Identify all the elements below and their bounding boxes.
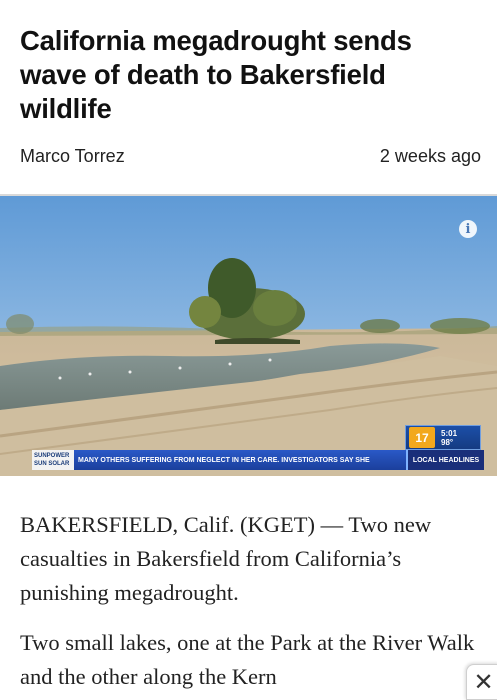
ticker-sponsor-line2: SUN SOLAR: [34, 461, 70, 467]
ticker-tag: LOCAL HEADLINES: [406, 450, 484, 470]
article-paragraph: BAKERSFIELD, Calif. (KGET) — Two new cas…: [20, 512, 432, 605]
ticker-sponsor-line1: SUNPOWER: [34, 453, 70, 459]
article-headline: California megadrought sends wave of dea…: [20, 25, 412, 124]
article-header: California megadrought sends wave of dea…: [0, 0, 497, 196]
ticker-text: MANY OTHERS SUFFERING FROM NEGLECT IN HE…: [74, 450, 406, 470]
info-icon[interactable]: i: [459, 220, 477, 238]
video-player[interactable]: i 17 5:01 98° SUNPOWER SUN SOLAR MANY OT…: [0, 196, 497, 476]
news-ticker: SUNPOWER SUN SOLAR MANY OTHERS SUFFERING…: [32, 450, 484, 470]
station-bug: 17 5:01 98°: [405, 425, 481, 450]
close-ad-button[interactable]: ✕: [466, 664, 497, 700]
publish-time: 2 weeks ago: [379, 146, 481, 166]
article-body: BAKERSFIELD, Calif. (KGET) — Two new cas…: [20, 508, 482, 700]
article-meta: Marco Torrez 2 weeks ago: [20, 146, 481, 167]
station-time: 5:01: [441, 428, 458, 438]
ticker-sponsor-logo: SUNPOWER SUN SOLAR: [32, 450, 74, 470]
station-info: 5:01 98°: [441, 429, 457, 447]
article-paragraph: Two small lakes, one at the Park at the …: [20, 630, 475, 689]
station-temp: 98°: [441, 437, 454, 447]
author-name[interactable]: Marco Torrez: [20, 146, 125, 167]
station-logo: 17: [409, 427, 435, 448]
